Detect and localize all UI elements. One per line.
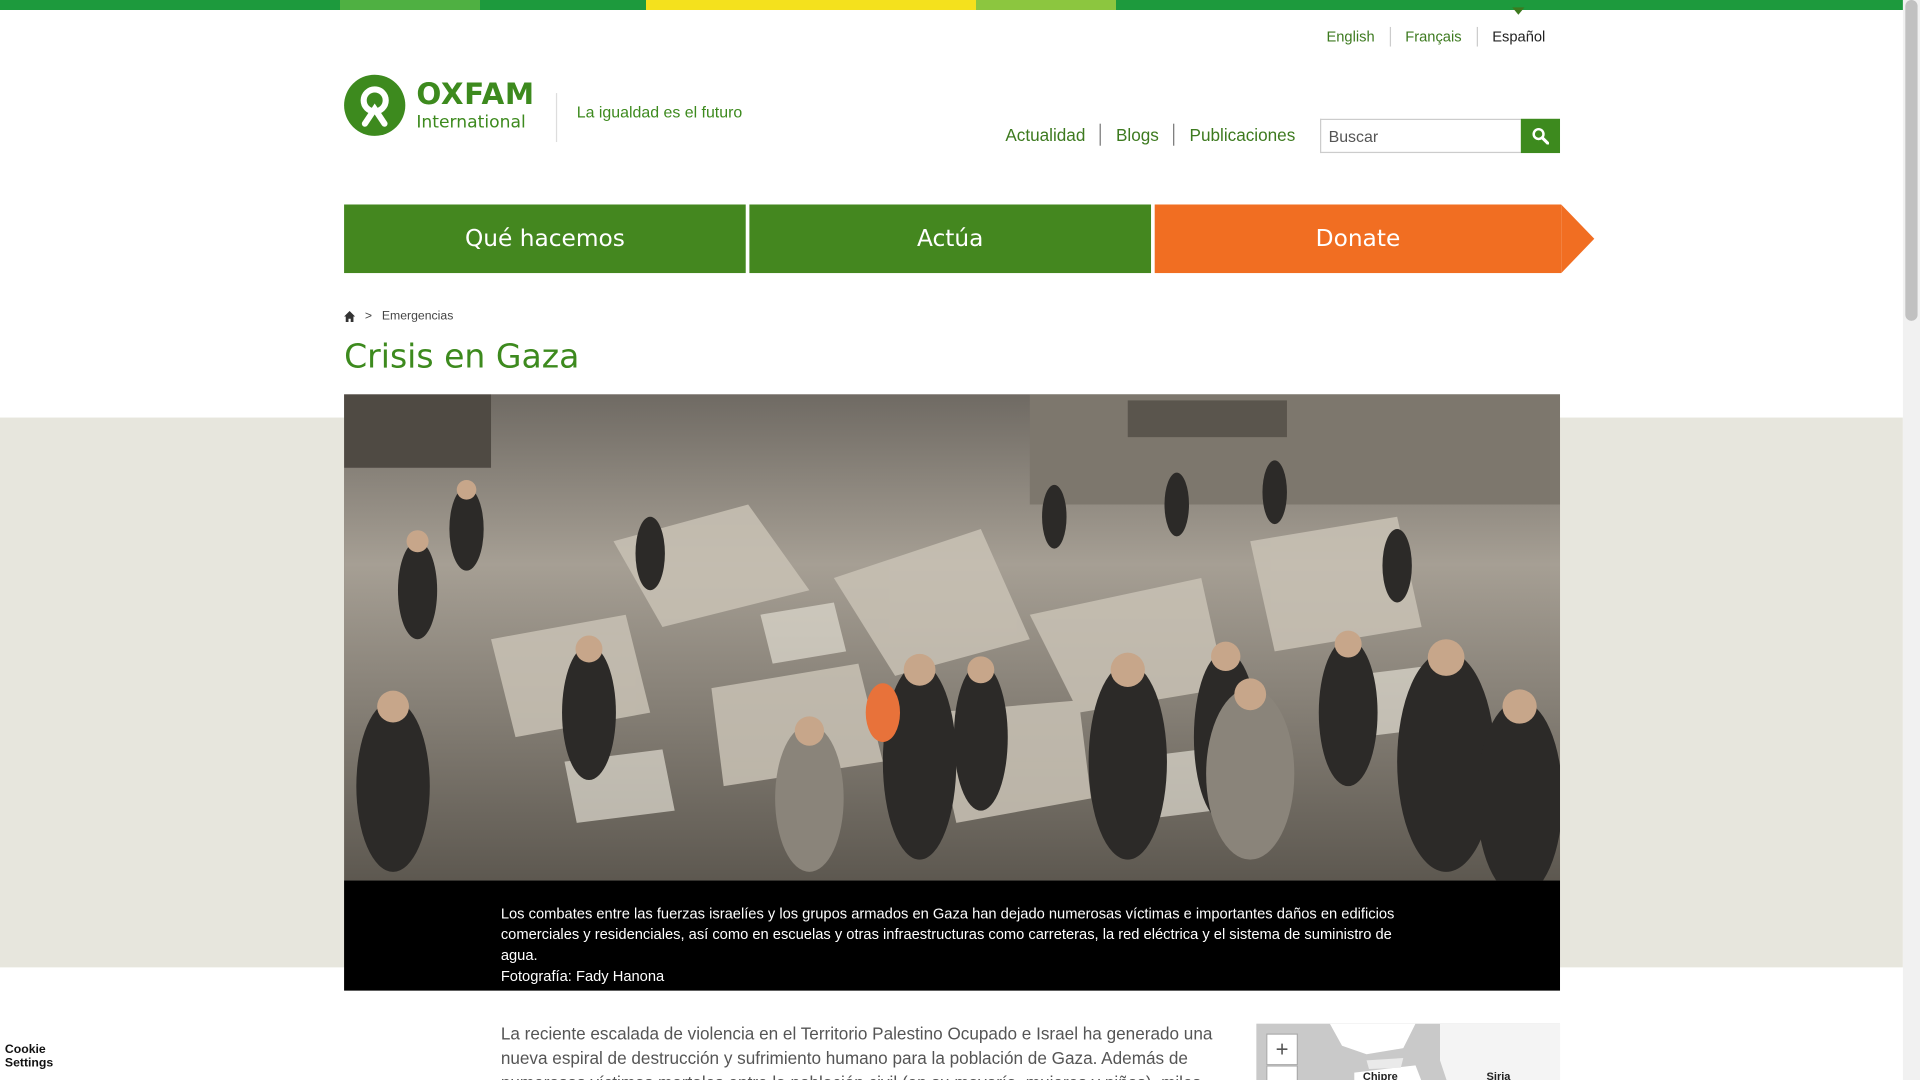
tab-actua[interactable]: Actúa — [749, 204, 1152, 274]
main-nav: Qué hacemos Actúa Donate — [344, 204, 1595, 274]
breadcrumb-separator: > — [364, 309, 373, 324]
language-selector: English Français Español — [1312, 26, 1560, 47]
oxfam-logo-icon — [344, 74, 406, 136]
map-label-chipre: Chipre — [1362, 1070, 1398, 1080]
donate-button[interactable]: Donate — [1154, 204, 1595, 274]
site-tagline: La igualdad es el futuro — [555, 93, 742, 143]
page-scrollbar[interactable] — [1902, 0, 1920, 1080]
nav-publicaciones[interactable]: Publicaciones — [1173, 123, 1310, 146]
utility-nav: Actualidad Blogs Publicaciones — [1005, 123, 1310, 146]
nav-blogs[interactable]: Blogs — [1100, 123, 1174, 146]
page-title: Crisis en Gaza — [344, 337, 580, 376]
search-form — [1320, 118, 1561, 154]
region-map[interactable]: + Chipre Siria — [1256, 1023, 1561, 1080]
hero-image — [344, 394, 1561, 881]
nav-actualidad[interactable]: Actualidad — [1005, 124, 1100, 146]
lang-spanish[interactable]: Español — [1476, 26, 1560, 47]
map-zoom-out-button[interactable] — [1266, 1065, 1298, 1080]
map-label-siria: Siria — [1486, 1070, 1511, 1080]
cookie-settings-button[interactable]: Cookie Settings — [5, 1043, 53, 1070]
search-icon — [1532, 127, 1549, 145]
hero-caption-credit: Fotografía: Fady Hanona — [500, 967, 665, 985]
home-icon[interactable] — [344, 311, 356, 323]
scrollbar-thumb[interactable] — [1905, 0, 1918, 321]
oxfam-logo[interactable]: OXFAM International — [344, 74, 535, 136]
hero-caption-text: Los combates entre las fuerzas israelíes… — [500, 904, 1395, 964]
logo-subtitle: International — [416, 112, 526, 133]
search-input[interactable] — [1320, 118, 1521, 154]
search-button[interactable] — [1520, 118, 1561, 154]
intro-paragraph: La reciente escalada de violencia en el … — [500, 1023, 1213, 1080]
tab-que-hacemos[interactable]: Qué hacemos — [344, 204, 746, 274]
logo-title: OXFAM — [416, 77, 535, 112]
lang-french[interactable]: Français — [1389, 26, 1476, 47]
breadcrumb: > Emergencias — [344, 310, 453, 323]
map-zoom-in-button[interactable]: + — [1266, 1033, 1298, 1066]
lang-english[interactable]: English — [1312, 27, 1390, 47]
breadcrumb-current[interactable]: Emergencias — [382, 310, 453, 323]
hero-caption: Los combates entre las fuerzas israelíes… — [344, 880, 1561, 991]
